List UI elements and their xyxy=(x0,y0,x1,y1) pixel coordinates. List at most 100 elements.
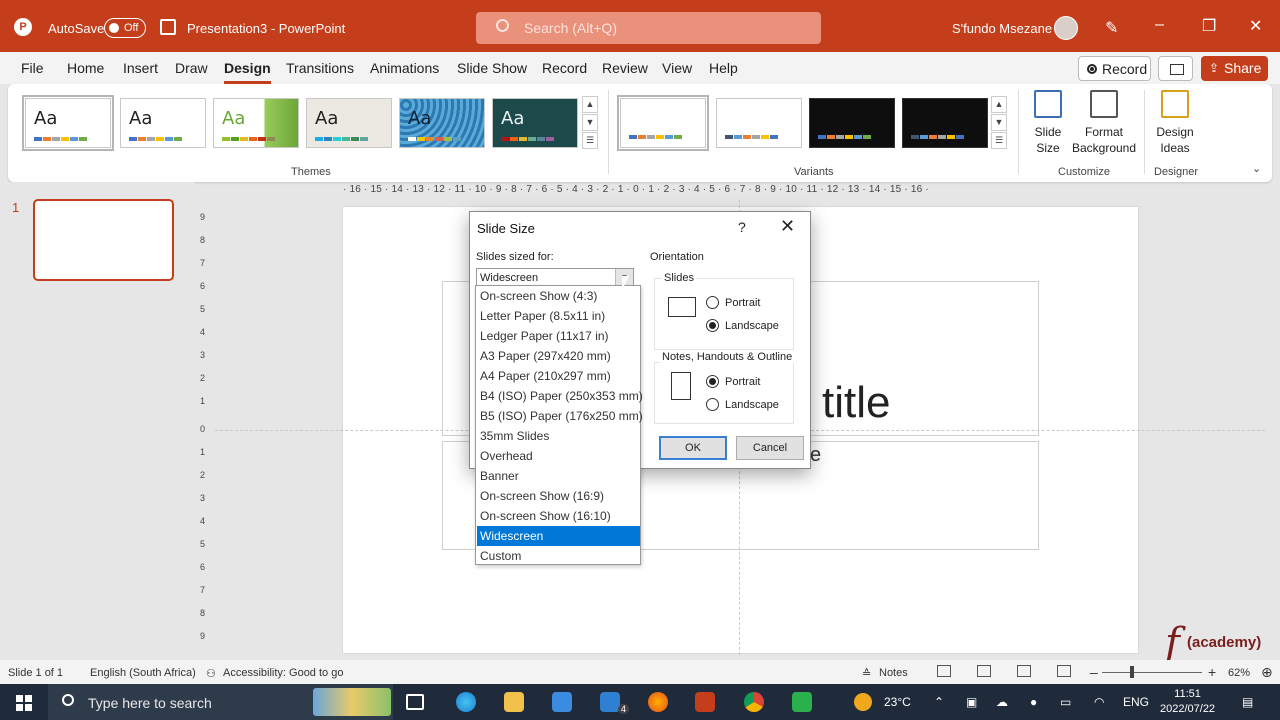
windows-start-icon[interactable] xyxy=(16,695,32,711)
wifi-icon[interactable]: ◠ xyxy=(1094,695,1104,709)
dropdown-option[interactable]: 35mm Slides xyxy=(477,426,640,446)
minimize-icon[interactable]: – xyxy=(1155,16,1164,34)
mail-icon[interactable] xyxy=(600,692,620,712)
user-name[interactable]: S'fundo Msezane xyxy=(952,21,1052,36)
theme-ion-boardroom[interactable]: Aa xyxy=(492,98,578,148)
clock[interactable]: 11:51 2022/07/22 xyxy=(1160,687,1215,717)
format-background-button[interactable]: Format Background xyxy=(1070,90,1138,156)
dropdown-option[interactable]: Letter Paper (8.5x11 in) xyxy=(477,306,640,326)
microphone-icon[interactable]: ● xyxy=(1030,695,1037,709)
weather-temp[interactable]: 23°C xyxy=(884,695,911,709)
accessibility-status[interactable]: Accessibility: Good to go xyxy=(223,667,343,679)
variants-scroll[interactable]: ▲ ▼ ☰ xyxy=(991,96,1007,152)
input-language[interactable]: ENG xyxy=(1123,695,1149,709)
themes-scroll[interactable]: ▲ ▼ ☰ xyxy=(582,96,598,152)
show-hidden-icons-icon[interactable]: ⌃ xyxy=(934,695,944,709)
weather-icon[interactable] xyxy=(854,693,872,711)
theme-ion[interactable]: Aa xyxy=(399,98,485,148)
comments-button[interactable] xyxy=(1158,56,1193,81)
battery-icon[interactable]: ▭ xyxy=(1060,695,1071,709)
theme-integral[interactable]: Aa xyxy=(306,98,392,148)
scroll-up-icon[interactable]: ▲ xyxy=(991,96,1007,113)
dropdown-option[interactable]: B5 (ISO) Paper (176x250 mm) xyxy=(477,406,643,426)
tab-draw[interactable]: Draw xyxy=(175,60,208,76)
dropdown-option[interactable]: Ledger Paper (11x17 in) xyxy=(477,326,640,346)
normal-view-icon[interactable] xyxy=(937,665,951,677)
reading-view-icon[interactable] xyxy=(1017,665,1031,677)
notes-landscape-radio[interactable] xyxy=(706,398,719,411)
scroll-down-icon[interactable]: ▼ xyxy=(991,114,1007,131)
dropdown-option[interactable]: Custom xyxy=(477,546,640,566)
scroll-down-icon[interactable]: ▼ xyxy=(582,114,598,131)
slide-sorter-icon[interactable] xyxy=(977,665,991,677)
variant-2[interactable] xyxy=(716,98,802,148)
variant-4[interactable] xyxy=(902,98,988,148)
notes-portrait-radio[interactable] xyxy=(706,375,719,388)
theme-office-2[interactable]: Aa xyxy=(120,98,206,148)
help-icon[interactable]: ? xyxy=(738,219,746,235)
edge-icon[interactable] xyxy=(456,692,476,712)
tab-help[interactable]: Help xyxy=(709,60,738,76)
chrome-icon[interactable] xyxy=(744,692,764,712)
tab-insert[interactable]: Insert xyxy=(123,60,158,76)
pen-icon[interactable]: ✎ xyxy=(1105,18,1118,38)
whatsapp-icon[interactable] xyxy=(792,692,812,712)
phone-link-icon[interactable]: ▣ xyxy=(966,695,977,709)
record-button[interactable]: Record xyxy=(1078,56,1151,81)
dropdown-option[interactable]: On-screen Show (16:10) xyxy=(477,506,640,526)
zoom-in-icon[interactable]: + xyxy=(1208,664,1216,680)
slide-thumbnail[interactable] xyxy=(33,199,174,281)
slide-show-icon[interactable] xyxy=(1057,665,1071,677)
avatar[interactable] xyxy=(1054,16,1078,40)
slide-size-button[interactable]: Slide Size xyxy=(1026,90,1070,156)
tab-design[interactable]: Design xyxy=(224,60,271,84)
dropdown-option[interactable]: B4 (ISO) Paper (250x353 mm) xyxy=(477,386,643,406)
more-themes-icon[interactable]: ☰ xyxy=(582,132,598,149)
tab-file[interactable]: File xyxy=(21,60,44,76)
tab-slide-show[interactable]: Slide Show xyxy=(457,60,527,76)
language-status[interactable]: English (South Africa) xyxy=(90,667,196,679)
notes-button[interactable]: Notes xyxy=(879,667,908,679)
more-variants-icon[interactable]: ☰ xyxy=(991,132,1007,149)
variant-1[interactable] xyxy=(617,95,709,151)
taskbar-search[interactable]: Type here to search xyxy=(48,684,393,720)
share-button[interactable]: ⇪ Share xyxy=(1201,56,1268,81)
slides-portrait-radio[interactable] xyxy=(706,296,719,309)
powerpoint-taskbar-icon[interactable] xyxy=(695,692,715,712)
dropdown-option[interactable]: Overhead xyxy=(477,446,640,466)
dropdown-option[interactable]: Banner xyxy=(477,466,640,486)
ok-button[interactable]: OK xyxy=(659,436,727,460)
collapse-ribbon-icon[interactable]: ⌄ xyxy=(1252,162,1261,175)
dropdown-option[interactable]: A3 Paper (297x420 mm) xyxy=(477,346,640,366)
search-box[interactable]: Search (Alt+Q) xyxy=(476,12,821,44)
autosave-toggle[interactable]: Off xyxy=(104,18,146,38)
save-icon[interactable] xyxy=(160,19,176,35)
tab-home[interactable]: Home xyxy=(67,60,104,76)
onedrive-icon[interactable]: ☁ xyxy=(996,695,1008,709)
tab-record[interactable]: Record xyxy=(542,60,587,76)
store-icon[interactable] xyxy=(552,692,572,712)
tab-view[interactable]: View xyxy=(662,60,692,76)
variant-3[interactable] xyxy=(809,98,895,148)
slides-landscape-radio[interactable] xyxy=(706,319,719,332)
tab-review[interactable]: Review xyxy=(602,60,648,76)
task-view-icon[interactable] xyxy=(406,694,424,710)
notifications-icon[interactable]: ▤ xyxy=(1242,695,1253,709)
tab-animations[interactable]: Animations xyxy=(370,60,439,76)
theme-office[interactable]: Aa xyxy=(22,95,114,151)
zoom-level[interactable]: 62% xyxy=(1228,667,1250,679)
file-explorer-icon[interactable] xyxy=(504,692,524,712)
dropdown-option-selected[interactable]: Widescreen xyxy=(477,526,640,546)
zoom-out-icon[interactable]: – xyxy=(1090,664,1098,680)
zoom-slider-handle[interactable] xyxy=(1130,666,1134,678)
close-icon[interactable]: ✕ xyxy=(780,216,795,237)
close-window-icon[interactable]: ✕ xyxy=(1249,16,1262,36)
design-ideas-button[interactable]: Design Ideas xyxy=(1151,90,1199,156)
theme-facet[interactable]: Aa xyxy=(213,98,299,148)
tab-transitions[interactable]: Transitions xyxy=(286,60,354,76)
firefox-icon[interactable] xyxy=(648,692,668,712)
dropdown-option[interactable]: On-screen Show (16:9) xyxy=(477,486,640,506)
zoom-slider[interactable] xyxy=(1102,672,1202,673)
cancel-button[interactable]: Cancel xyxy=(736,436,804,460)
restore-icon[interactable]: ❐ xyxy=(1202,16,1216,36)
